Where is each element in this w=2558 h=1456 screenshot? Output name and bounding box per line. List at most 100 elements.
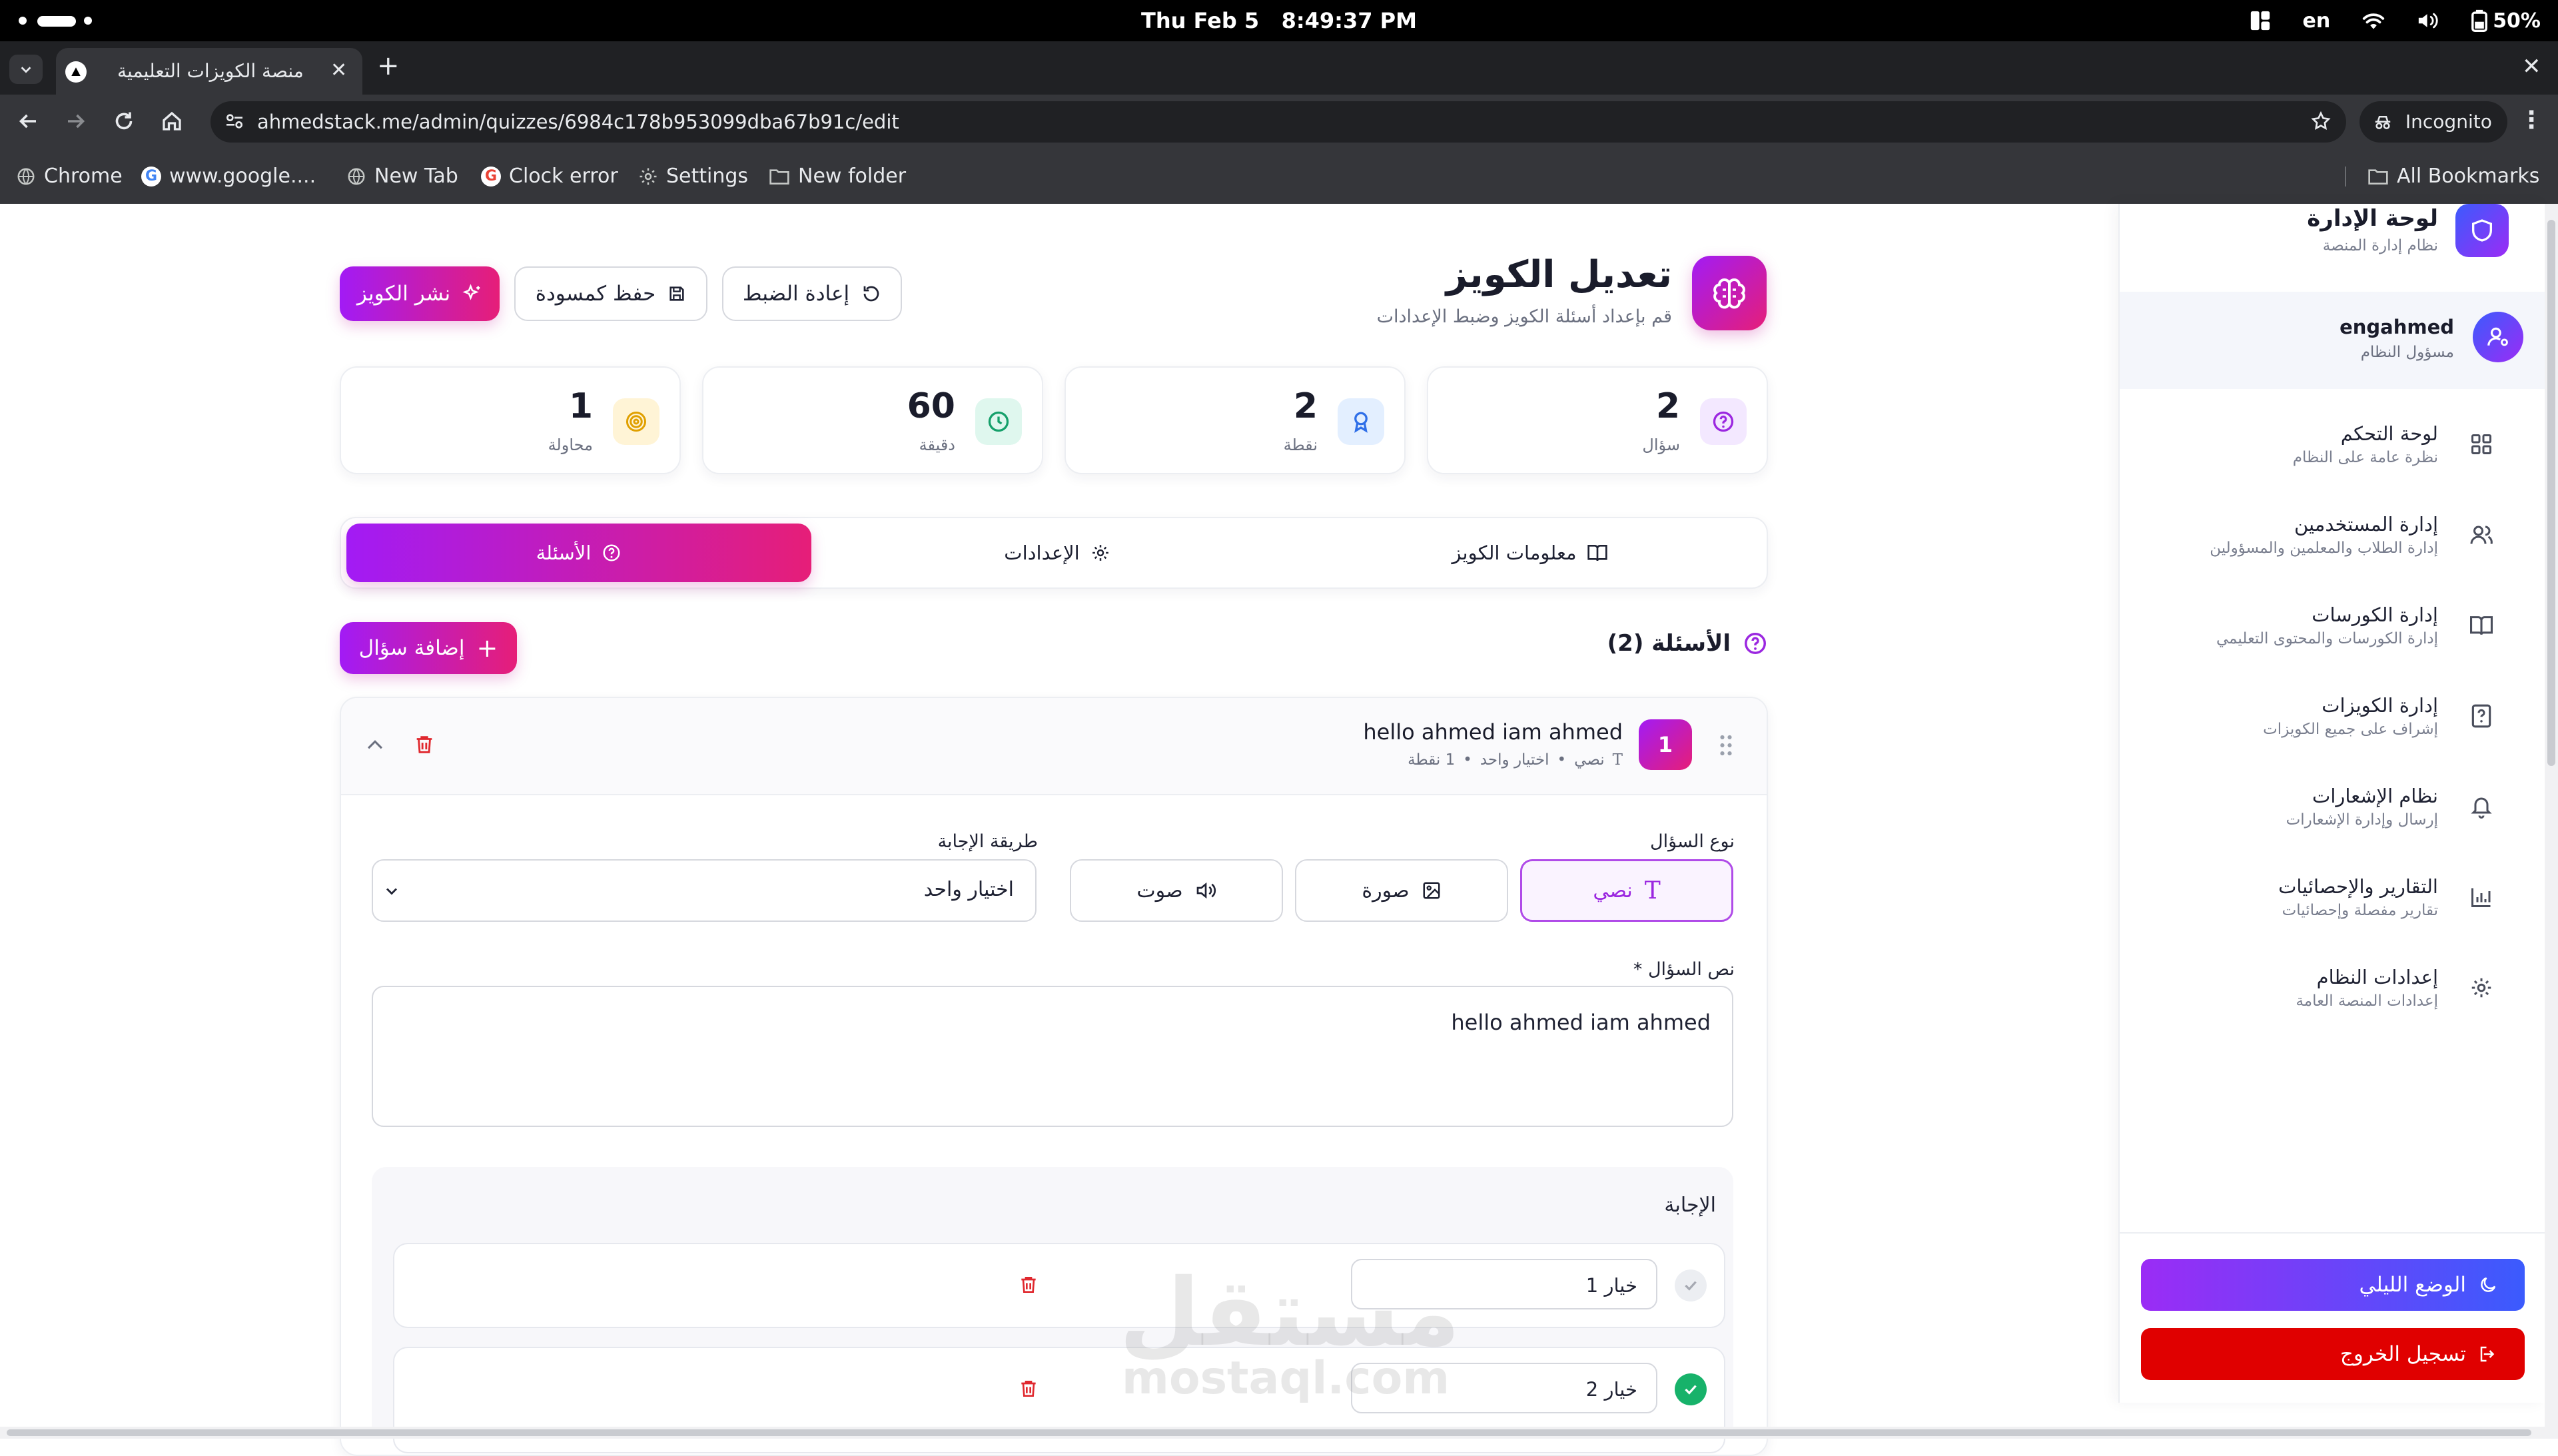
battery-indicator[interactable]: 50% xyxy=(2470,9,2541,33)
all-bookmarks[interactable]: All Bookmarks xyxy=(2367,149,2539,204)
sidebar-item-reports[interactable]: التقارير والإحصائيات تقارير مفصلة وإحصائ… xyxy=(2218,863,2498,936)
sidebar-item-courses[interactable]: إدارة الكورسات إدارة الكورسات والمحتوى ا… xyxy=(2216,591,2498,665)
tab-questions[interactable]: الأسئلة xyxy=(346,524,811,582)
user-name: engahmed xyxy=(2340,316,2454,338)
answer-method-select[interactable]: اختيار واحد xyxy=(372,859,1037,922)
watermark-domain: mostaql.com xyxy=(1122,1352,1450,1405)
tab-search-button[interactable] xyxy=(9,55,43,84)
address-bar[interactable]: ahmedstack.me/admin/quizzes/6984c178b953… xyxy=(211,101,2346,143)
vertical-scrollbar[interactable] xyxy=(2545,204,2558,1427)
reset-button[interactable]: إعادة الضبط xyxy=(722,266,902,321)
answer-method-value: اختيار واحد xyxy=(923,878,1014,901)
rotate-ccw-icon xyxy=(861,284,881,304)
chevron-down-icon xyxy=(21,67,31,73)
site-settings-icon[interactable] xyxy=(224,111,245,132)
tab-close-icon[interactable]: ✕ xyxy=(330,59,347,82)
bell-icon xyxy=(2465,790,2498,823)
page-subtitle: قم بإعداد أسئلة الكويز وضبط الإعدادات xyxy=(1376,306,1672,327)
home-icon[interactable] xyxy=(160,109,184,133)
answer-method-label: طريقة الإجابة xyxy=(937,831,1038,852)
chevron-up-icon[interactable] xyxy=(364,734,386,757)
input-language[interactable]: en xyxy=(2302,9,2330,33)
window-close-icon[interactable]: ✕ xyxy=(2522,53,2541,80)
question-number-badge: 1 xyxy=(1639,719,1692,770)
type-audio-button[interactable]: صوت xyxy=(1070,859,1283,922)
bookmark-item[interactable]: G Clock error xyxy=(481,149,618,204)
incognito-indicator[interactable]: Incognito xyxy=(2359,101,2507,143)
clock-icon xyxy=(975,398,1022,445)
trash-icon[interactable] xyxy=(1018,1377,1039,1400)
bookmark-item[interactable]: Chrome xyxy=(16,149,123,204)
option-row: خيار 1 xyxy=(393,1243,1725,1328)
volume-icon xyxy=(1195,881,1216,901)
add-question-button[interactable]: + إضافة سؤال xyxy=(340,622,517,674)
target-icon xyxy=(613,398,659,445)
active-tab[interactable]: منصة الكويزات التعليمية ✕ xyxy=(56,48,362,95)
battery-icon xyxy=(2471,9,2488,32)
book-open-icon xyxy=(1587,543,1608,563)
correct-toggle[interactable] xyxy=(1675,1270,1707,1301)
layout-icon[interactable] xyxy=(2249,9,2272,32)
tab-settings[interactable]: الإعدادات xyxy=(821,518,1294,587)
questions-heading: الأسئلة (2) xyxy=(1607,630,1768,657)
watermark-logo: مستقل xyxy=(1119,1259,1461,1367)
horizontal-scrollbar[interactable] xyxy=(0,1427,2558,1439)
help-circle-icon xyxy=(602,543,622,563)
sidebar-item-users[interactable]: إدارة المستخدمين إدارة الطلاب والمعلمين … xyxy=(2210,501,2498,574)
sidebar-subtitle: نظام إدارة المنصة xyxy=(2322,237,2438,254)
sidebar-item-settings[interactable]: إعدادات النظام إعدادات المنصة العامة xyxy=(2218,954,2498,1027)
bookmark-item[interactable]: New folder xyxy=(769,149,906,204)
gear-icon xyxy=(1090,543,1110,563)
stat-value: 60 xyxy=(907,386,955,426)
system-menu-bar: Thu Feb 5 8:49:37 PM en 50% xyxy=(0,0,2558,41)
globe-icon xyxy=(346,167,366,186)
type-text-button[interactable]: T نصي xyxy=(1520,859,1733,922)
bookmark-item[interactable]: G www.google.... xyxy=(141,149,316,204)
volume-icon[interactable] xyxy=(2417,11,2439,31)
user-icon xyxy=(2487,327,2508,346)
sidebar-item-notifications[interactable]: نظام الإشعارات إرسال وإدارة الإشعارات xyxy=(2218,773,2498,846)
back-icon[interactable] xyxy=(16,109,40,133)
bookmark-divider xyxy=(2345,167,2346,186)
type-image-button[interactable]: صورة xyxy=(1295,859,1508,922)
sidebar-item-dashboard[interactable]: لوحة التحكم نظرة عامة على النظام xyxy=(2218,410,2498,484)
question-text-input[interactable]: hello ahmed iam ahmed xyxy=(372,986,1733,1127)
save-draft-button[interactable]: حفظ كمسودة xyxy=(514,266,707,321)
type-icon: T xyxy=(1644,877,1661,905)
question-meta: T نصي • اختيار واحد • 1 نقطة xyxy=(1408,751,1623,769)
new-tab-button[interactable]: + xyxy=(377,51,400,81)
scrollbar-thumb[interactable] xyxy=(7,1429,2531,1436)
brain-icon xyxy=(1692,256,1767,330)
file-question-icon xyxy=(2465,699,2498,733)
drag-handle-icon[interactable] xyxy=(1719,733,1733,758)
forward-icon[interactable] xyxy=(64,109,88,133)
stat-label: نقطة xyxy=(1283,436,1318,454)
reload-icon[interactable] xyxy=(112,109,136,133)
logout-icon xyxy=(2478,1344,2498,1364)
tab-quiz-info[interactable]: معلومات الكويز xyxy=(1294,518,1767,587)
stat-card-questions: 2 سؤال xyxy=(1427,366,1768,474)
trash-icon[interactable] xyxy=(413,733,436,757)
bookmark-item[interactable]: New Tab xyxy=(346,149,458,204)
scrollbar-thumb[interactable] xyxy=(2547,220,2555,766)
admin-sidebar: لوحة الإدارة نظام إدارة المنصة engahmed … xyxy=(2118,204,2546,1403)
publish-button[interactable]: نشر الكويز xyxy=(340,266,500,321)
trash-icon[interactable] xyxy=(1018,1274,1039,1296)
logout-button[interactable]: تسجيل الخروج xyxy=(2141,1328,2525,1380)
grid-icon xyxy=(2465,428,2498,461)
bar-chart-icon xyxy=(2465,881,2498,914)
question-card-header[interactable] xyxy=(341,698,1767,795)
bookmark-item[interactable]: Settings xyxy=(638,149,748,204)
stat-value: 2 xyxy=(1293,386,1318,426)
check-icon xyxy=(1685,1281,1697,1291)
correct-toggle[interactable] xyxy=(1675,1373,1707,1405)
stat-card-attempts: 1 محاولة xyxy=(340,366,681,474)
type-icon: T xyxy=(1612,751,1623,769)
stat-label: سؤال xyxy=(1642,436,1680,454)
wifi-icon[interactable] xyxy=(2361,11,2386,31)
browser-menu-icon[interactable]: ⋮ xyxy=(2519,107,2543,134)
bookmark-star-icon[interactable] xyxy=(2310,111,2332,132)
stat-card-points: 2 نقطة xyxy=(1065,366,1406,474)
dark-mode-button[interactable]: الوضع الليلي xyxy=(2141,1259,2525,1311)
sidebar-item-quizzes[interactable]: إدارة الكويزات إشراف على جميع الكويزات xyxy=(2218,682,2498,755)
